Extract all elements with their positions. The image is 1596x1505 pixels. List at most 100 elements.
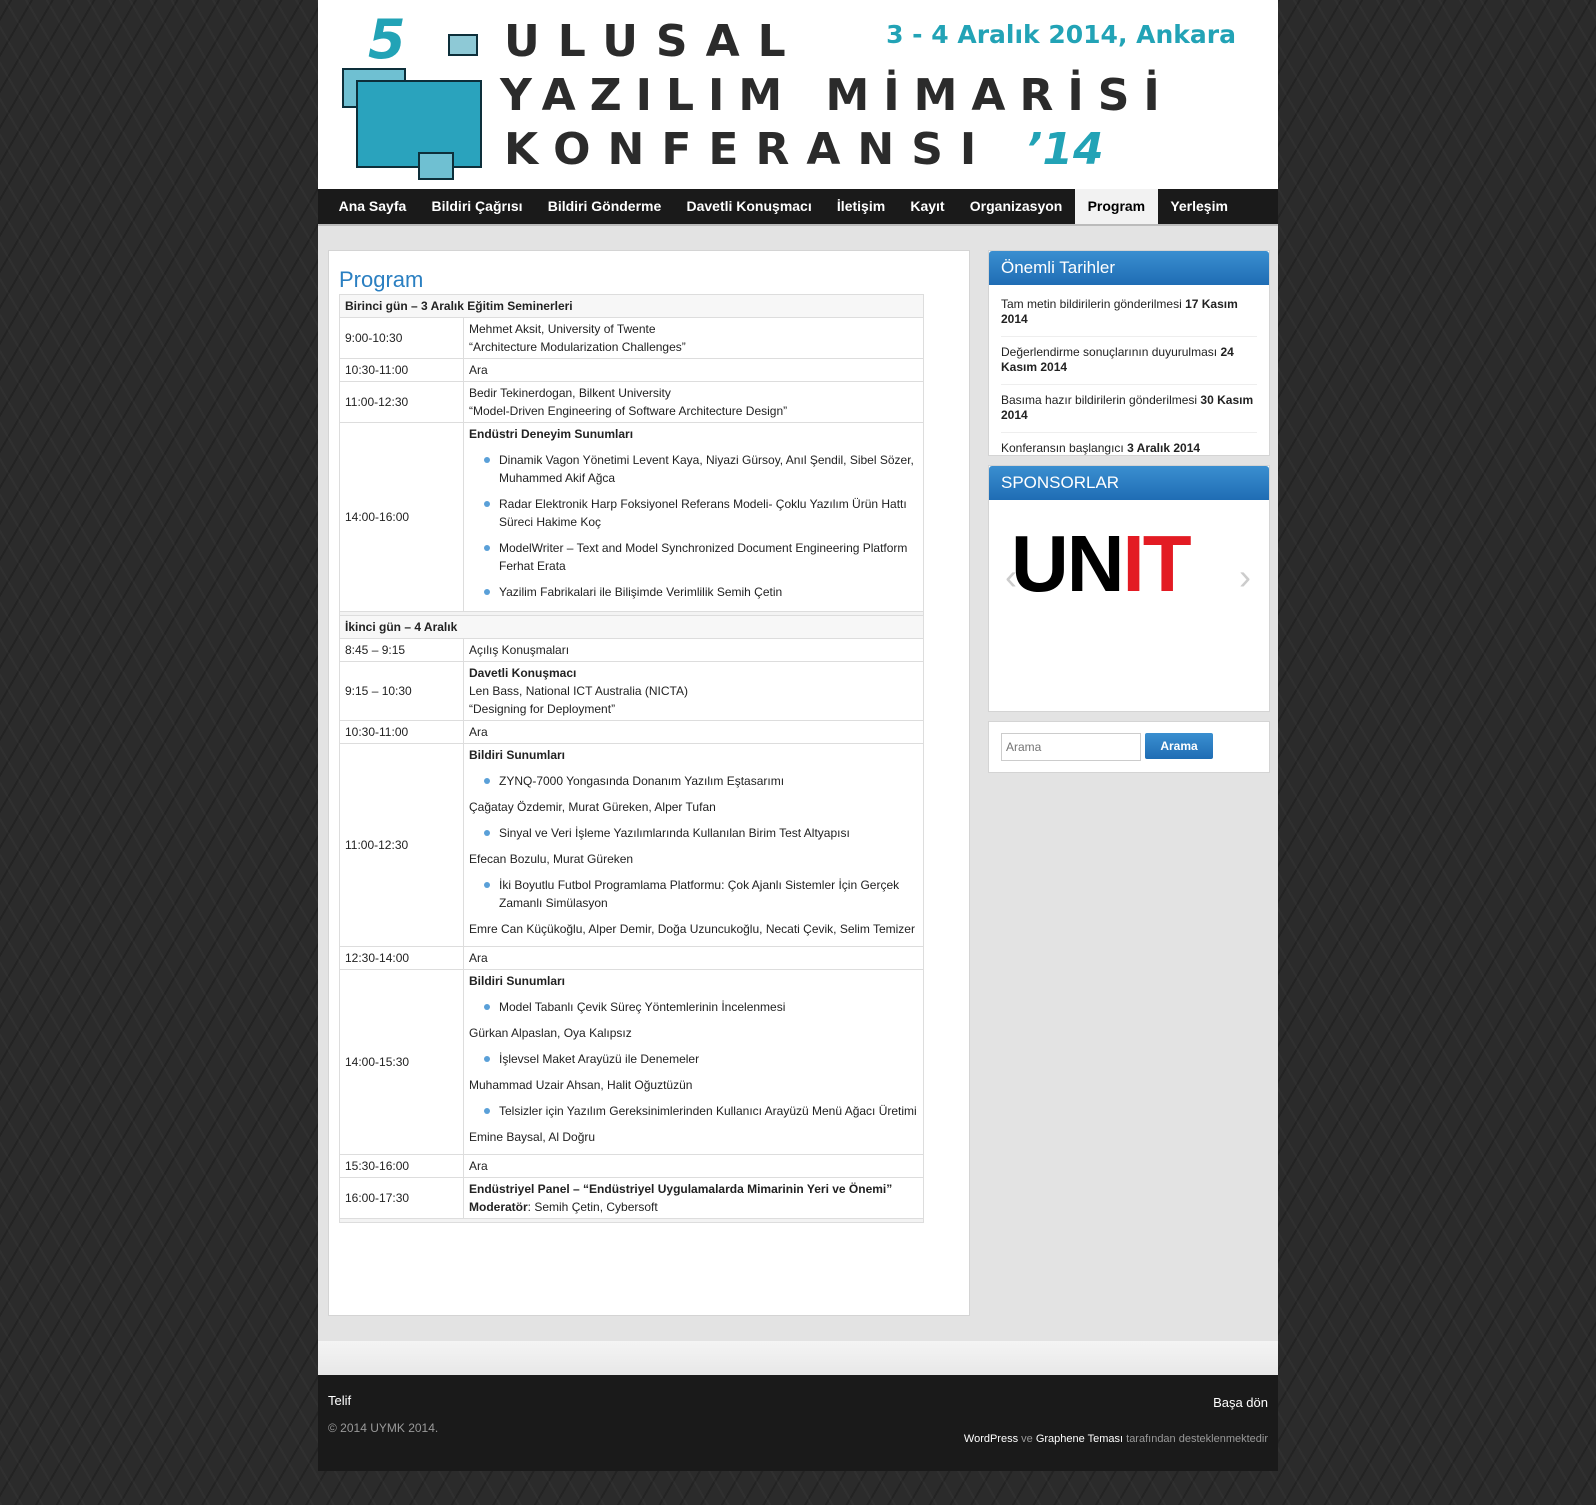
session-cell: Endüstriyel Panel – “Endüstriyel Uygulam… bbox=[463, 1177, 924, 1219]
session-cell: Bedir Tekinerdogan, Bilkent University “M… bbox=[463, 381, 924, 423]
menu-item-kayit[interactable]: Kayıt bbox=[898, 189, 957, 224]
chevron-right-icon[interactable]: › bbox=[1239, 556, 1251, 598]
menu-item-bildiri-cagrisi[interactable]: Bildiri Çağrısı bbox=[419, 189, 535, 224]
list-item: Değerlendirme sonuçlarının duyurulması 2… bbox=[1001, 341, 1257, 385]
authors: Muhammad Uzair Ahsan, Halit Oğuztüzün bbox=[469, 1078, 693, 1092]
list-item: İki Boyutlu Futbol Programlama Platformu… bbox=[484, 876, 918, 912]
menu-item-bildiri-gonderme[interactable]: Bildiri Gönderme bbox=[535, 189, 674, 224]
authors: Efecan Bozulu, Murat Güreken bbox=[469, 852, 634, 866]
table-row: 10:30-11:00 Ara bbox=[339, 720, 924, 744]
menu-item-iletisim[interactable]: İletişim bbox=[824, 189, 897, 224]
session-cell: Mehmet Aksit, University of Twente “Archi… bbox=[463, 317, 924, 359]
menu-item-ana-sayfa[interactable]: Ana Sayfa bbox=[326, 189, 419, 224]
table-row: 11:00-12:30 Bildiri Sunumları ZYNQ-7000 … bbox=[339, 743, 924, 947]
time-cell: 14:00-16:00 bbox=[339, 422, 464, 612]
session-cell: Açılış Konuşmaları bbox=[463, 638, 924, 662]
logo-square bbox=[418, 152, 454, 180]
list-item: Yazilim Fabrikalari ile Bilişimde Veriml… bbox=[484, 583, 918, 601]
session-cell: Ara bbox=[463, 720, 924, 744]
sponsor-logo[interactable]: UNIT bbox=[1011, 518, 1192, 610]
menu-item-program[interactable]: Program bbox=[1074, 189, 1158, 224]
footer-strip bbox=[318, 1341, 1278, 1375]
footer-title: Telif bbox=[328, 1393, 352, 1408]
session-cell: Ara bbox=[463, 946, 924, 970]
session-cell: Bildiri Sunumları Model Tabanlı Çevik Sü… bbox=[463, 969, 924, 1155]
day-1-header: Birinci gün – 3 Aralık Eğitim Seminerler… bbox=[339, 294, 924, 318]
important-dates-widget: Önemli Tarihler Tam metin bildirilerin g… bbox=[988, 250, 1270, 456]
list-item: Konferansın başlangıcı 3 Aralık 2014 bbox=[1001, 441, 1201, 455]
theme-link[interactable]: Graphene Teması bbox=[1036, 1433, 1123, 1445]
authors: Emine Baysal, Al Doğru bbox=[469, 1130, 596, 1144]
banner-year: ’14 bbox=[1025, 124, 1104, 175]
banner-date: 3 - 4 Aralık 2014, Ankara bbox=[886, 20, 1236, 49]
table-row: 14:00-15:30 Bildiri Sunumları Model Taba… bbox=[339, 969, 924, 1155]
time-cell: 11:00-12:30 bbox=[339, 381, 464, 423]
list-item: Radar Elektronik Harp Foksiyonel Referan… bbox=[484, 495, 918, 531]
time-cell: 10:30-11:00 bbox=[339, 720, 464, 744]
banner-number: 5 bbox=[368, 8, 406, 71]
list-item: Telsizler için Yazılım Gereksinimlerinde… bbox=[484, 1104, 917, 1118]
menu-item-yerlesim[interactable]: Yerleşim bbox=[1158, 189, 1241, 224]
menu-item-organizasyon[interactable]: Organizasyon bbox=[957, 189, 1075, 224]
menu-item-davetli-konusmaci[interactable]: Davetli Konuşmacı bbox=[674, 189, 824, 224]
list-item: Sinyal ve Veri İşleme Yazılımlarında Kul… bbox=[484, 824, 918, 842]
search-input[interactable] bbox=[1001, 733, 1141, 761]
session-cell: Ara bbox=[463, 358, 924, 382]
session-cell: Ara bbox=[463, 1154, 924, 1178]
table-row: 9:00-10:30 Mehmet Aksit, University of T… bbox=[339, 317, 924, 359]
banner-line-1: ULUSAL bbox=[504, 16, 804, 67]
table-row: 10:30-11:00 Ara bbox=[339, 358, 924, 382]
widget-title: Önemli Tarihler bbox=[989, 251, 1269, 285]
time-cell: 16:00-17:30 bbox=[339, 1177, 464, 1219]
list-item: Basıma hazır bildirilerin gönderilmesi 3… bbox=[1001, 389, 1257, 433]
list-item: Tam metin bildirilerin gönderilmesi 17 K… bbox=[1001, 293, 1257, 337]
session-cell: Davetli Konuşmacı Len Bass, National ICT … bbox=[463, 661, 924, 721]
wordpress-link[interactable]: WordPress bbox=[964, 1433, 1018, 1445]
time-cell: 8:45 – 9:15 bbox=[339, 638, 464, 662]
logo-square bbox=[448, 34, 478, 56]
time-cell: 12:30-14:00 bbox=[339, 946, 464, 970]
day-2-header: İkinci gün – 4 Aralık bbox=[339, 615, 924, 639]
content-area: Program Birinci gün – 3 Aralık Eğitim Se… bbox=[318, 226, 1278, 1341]
search-widget: Arama bbox=[988, 721, 1270, 773]
site-header-banner[interactable]: 5 ULUSAL YAZILIM MİMARİSİ KONFERANSI ’14… bbox=[318, 0, 1278, 189]
main-menu: Ana Sayfa Bildiri Çağrısı Bildiri Gönder… bbox=[318, 189, 1278, 226]
session-cell: Endüstri Deneyim Sunumları Dinamik Vagon… bbox=[463, 422, 924, 612]
program-table: Birinci gün – 3 Aralık Eğitim Seminerler… bbox=[339, 294, 924, 1223]
time-cell: 9:15 – 10:30 bbox=[339, 661, 464, 721]
authors: Emre Can Küçükoğlu, Alper Demir, Doğa Uz… bbox=[469, 922, 915, 936]
widget-title: SPONSORLAR bbox=[989, 466, 1269, 500]
search-button[interactable]: Arama bbox=[1145, 733, 1213, 759]
table-row: 16:00-17:30 Endüstriyel Panel – “Endüstr… bbox=[339, 1177, 924, 1219]
copyright: © 2014 UYMK 2014. bbox=[328, 1421, 439, 1435]
talk-list: Dinamik Vagon Yönetimi Levent Kaya, Niya… bbox=[469, 451, 918, 601]
banner-line-2: YAZILIM MİMARİSİ bbox=[500, 70, 1174, 121]
page-wrapper: 5 ULUSAL YAZILIM MİMARİSİ KONFERANSI ’14… bbox=[318, 0, 1278, 1471]
banner-line-3: KONFERANSI ’14 bbox=[504, 124, 1104, 175]
table-row: 15:30-16:00 Ara bbox=[339, 1154, 924, 1178]
list-item: ZYNQ-7000 Yongasında Donanım Yazılım Eşt… bbox=[484, 772, 918, 790]
session-cell: Bildiri Sunumları ZYNQ-7000 Yongasında D… bbox=[463, 743, 924, 947]
page-title: Program bbox=[339, 267, 424, 292]
row-divider bbox=[339, 1218, 924, 1223]
table-row: 11:00-12:30 Bedir Tekinerdogan, Bilkent … bbox=[339, 381, 924, 423]
list-item: ModelWriter – Text and Model Synchronize… bbox=[484, 539, 918, 575]
time-cell: 9:00-10:30 bbox=[339, 317, 464, 359]
chevron-left-icon[interactable]: ‹ bbox=[1005, 556, 1017, 598]
table-row: 14:00-16:00 Endüstri Deneyim Sunumları D… bbox=[339, 422, 924, 612]
back-to-top-link[interactable]: Başa dön bbox=[1213, 1395, 1268, 1410]
footer: Telif © 2014 UYMK 2014. Başa dön WordPre… bbox=[318, 1375, 1278, 1471]
powered-by: WordPress ve Graphene Teması tarafından … bbox=[963, 1433, 1268, 1445]
time-cell: 11:00-12:30 bbox=[339, 743, 464, 947]
list-item: Dinamik Vagon Yönetimi Levent Kaya, Niya… bbox=[484, 451, 918, 487]
authors: Çağatay Özdemir, Murat Güreken, Alper Tu… bbox=[469, 800, 716, 814]
time-cell: 10:30-11:00 bbox=[339, 358, 464, 382]
time-cell: 14:00-15:30 bbox=[339, 969, 464, 1155]
table-row: 8:45 – 9:15 Açılış Konuşmaları bbox=[339, 638, 924, 662]
list-item: Model Tabanlı Çevik Süreç Yöntemlerinin … bbox=[484, 998, 918, 1016]
sponsors-widget: SPONSORLAR UNIT ‹ › bbox=[988, 465, 1270, 712]
main-content: Program Birinci gün – 3 Aralık Eğitim Se… bbox=[328, 250, 970, 1316]
list-item: İşlevsel Maket Arayüzü ile Denemeler bbox=[484, 1050, 918, 1068]
time-cell: 15:30-16:00 bbox=[339, 1154, 464, 1178]
table-row: 12:30-14:00 Ara bbox=[339, 946, 924, 970]
